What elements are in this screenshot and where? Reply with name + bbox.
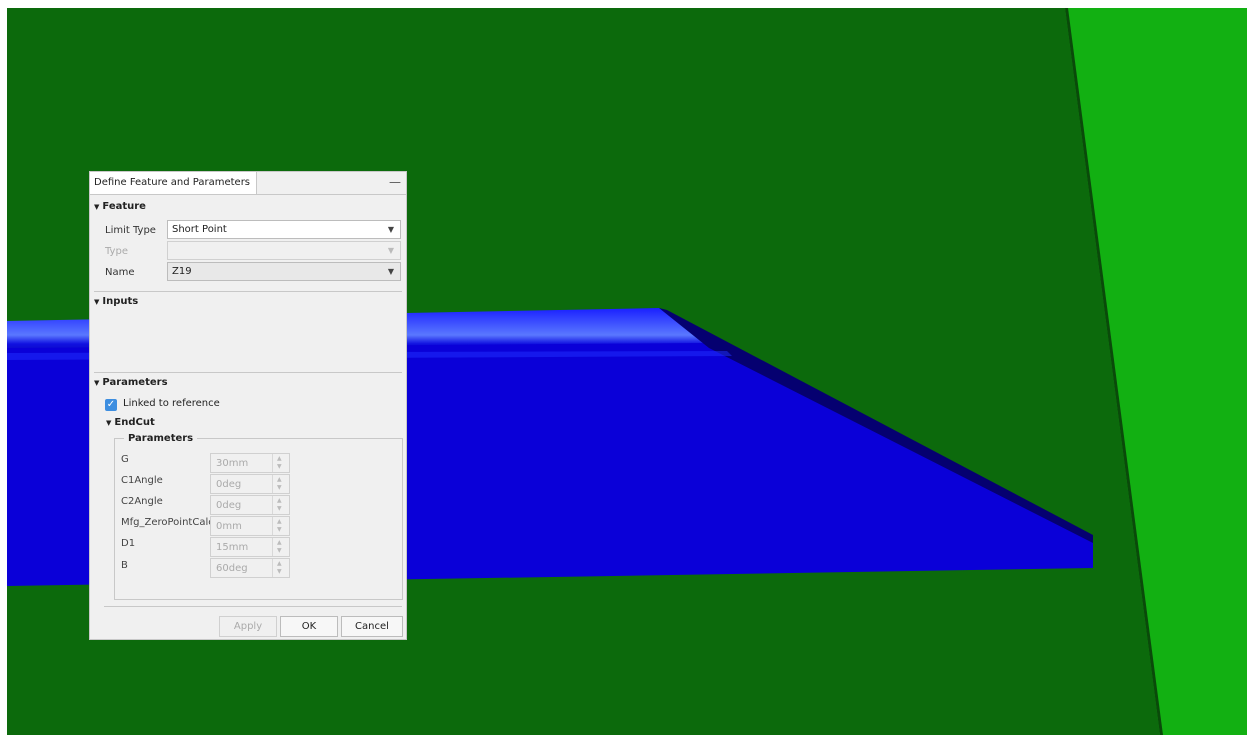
param-value-c2angle: 0deg bbox=[216, 500, 242, 511]
param-value-mfg-zeropointcalc: 0mm bbox=[216, 521, 242, 532]
param-label-b: B bbox=[121, 560, 128, 571]
chevron-down-icon: ▼ bbox=[387, 267, 394, 276]
spin-buttons: ▲ ▼ bbox=[272, 496, 289, 514]
collapse-triangle-icon: ▼ bbox=[94, 298, 100, 306]
chevron-up-icon: ▲ bbox=[277, 455, 282, 462]
name-label: Name bbox=[105, 267, 135, 278]
collapse-triangle-icon: ▼ bbox=[106, 419, 112, 427]
chevron-down-icon: ▼ bbox=[277, 484, 282, 491]
param-value-g: 30mm bbox=[216, 458, 249, 469]
param-spinbox-c2angle: 0deg ▲ ▼ bbox=[210, 495, 290, 515]
chevron-down-icon: ▼ bbox=[277, 568, 282, 575]
chevron-down-icon: ▼ bbox=[387, 225, 394, 234]
chevron-up-icon: ▲ bbox=[277, 560, 282, 567]
chevron-down-icon: ▼ bbox=[277, 463, 282, 470]
endcut-section-header[interactable]: ▼ EndCut bbox=[106, 417, 155, 428]
parameters-section-header[interactable]: ▼ Parameters bbox=[94, 377, 168, 388]
param-label-mfg-zeropointcalc: Mfg_ZeroPointCalc bbox=[121, 517, 214, 528]
section-divider bbox=[94, 291, 402, 292]
endcut-section-title: EndCut bbox=[114, 417, 155, 428]
feature-section-header[interactable]: ▼ Feature bbox=[94, 201, 146, 212]
ok-button[interactable]: OK bbox=[280, 616, 338, 637]
param-value-b: 60deg bbox=[216, 563, 248, 574]
parameters-section-title: Parameters bbox=[102, 377, 168, 388]
inputs-section-title: Inputs bbox=[102, 296, 139, 307]
dialog-titlebar[interactable]: Define Feature and Parameters — bbox=[90, 172, 406, 195]
chevron-up-icon: ▲ bbox=[277, 497, 282, 504]
param-value-c1angle: 0deg bbox=[216, 479, 242, 490]
param-label-d1: D1 bbox=[121, 538, 136, 549]
limit-type-value: Short Point bbox=[172, 224, 227, 235]
chevron-down-icon: ▼ bbox=[387, 246, 394, 255]
spin-buttons: ▲ ▼ bbox=[272, 517, 289, 535]
chevron-down-icon: ▼ bbox=[277, 526, 282, 533]
name-value: Z19 bbox=[172, 266, 192, 277]
parameters-group-title: Parameters bbox=[124, 433, 198, 444]
chevron-up-icon: ▲ bbox=[277, 539, 282, 546]
type-combo: ▼ bbox=[167, 241, 401, 260]
param-spinbox-mfg-zeropointcalc: 0mm ▲ ▼ bbox=[210, 516, 290, 536]
minimize-icon[interactable]: — bbox=[388, 176, 402, 190]
linked-to-reference-checkbox[interactable]: ✓ bbox=[105, 399, 117, 411]
chevron-down-icon: ▼ bbox=[277, 505, 282, 512]
limit-type-combo[interactable]: Short Point ▼ bbox=[167, 220, 401, 239]
spin-buttons: ▲ ▼ bbox=[272, 538, 289, 556]
param-value-d1: 15mm bbox=[216, 542, 249, 553]
chevron-up-icon: ▲ bbox=[277, 518, 282, 525]
limit-type-label: Limit Type bbox=[105, 225, 156, 236]
dialog-title[interactable]: Define Feature and Parameters bbox=[90, 172, 258, 194]
name-combo[interactable]: Z19 ▼ bbox=[167, 262, 401, 281]
chevron-up-icon: ▲ bbox=[277, 476, 282, 483]
apply-button[interactable]: Apply bbox=[219, 616, 277, 637]
inputs-section-header[interactable]: ▼ Inputs bbox=[94, 296, 138, 307]
define-feature-dialog: Define Feature and Parameters — ▼ Feature… bbox=[89, 171, 407, 640]
spin-buttons: ▲ ▼ bbox=[272, 454, 289, 472]
param-label-c2angle: C2Angle bbox=[121, 496, 163, 507]
param-label-c1angle: C1Angle bbox=[121, 475, 163, 486]
collapse-triangle-icon: ▼ bbox=[94, 379, 100, 387]
spin-buttons: ▲ ▼ bbox=[272, 475, 289, 493]
cancel-button[interactable]: Cancel bbox=[341, 616, 403, 637]
type-label: Type bbox=[105, 246, 128, 257]
param-spinbox-g: 30mm ▲ ▼ bbox=[210, 453, 290, 473]
feature-section-title: Feature bbox=[102, 201, 146, 212]
param-spinbox-c1angle: 0deg ▲ ▼ bbox=[210, 474, 290, 494]
param-spinbox-b: 60deg ▲ ▼ bbox=[210, 558, 290, 578]
param-spinbox-d1: 15mm ▲ ▼ bbox=[210, 537, 290, 557]
bottom-divider bbox=[104, 606, 402, 607]
chevron-down-icon: ▼ bbox=[277, 547, 282, 554]
section-divider bbox=[94, 372, 402, 373]
param-label-g: G bbox=[121, 454, 129, 465]
spin-buttons: ▲ ▼ bbox=[272, 559, 289, 577]
linked-to-reference-label: Linked to reference bbox=[123, 398, 220, 409]
collapse-triangle-icon: ▼ bbox=[94, 203, 100, 211]
